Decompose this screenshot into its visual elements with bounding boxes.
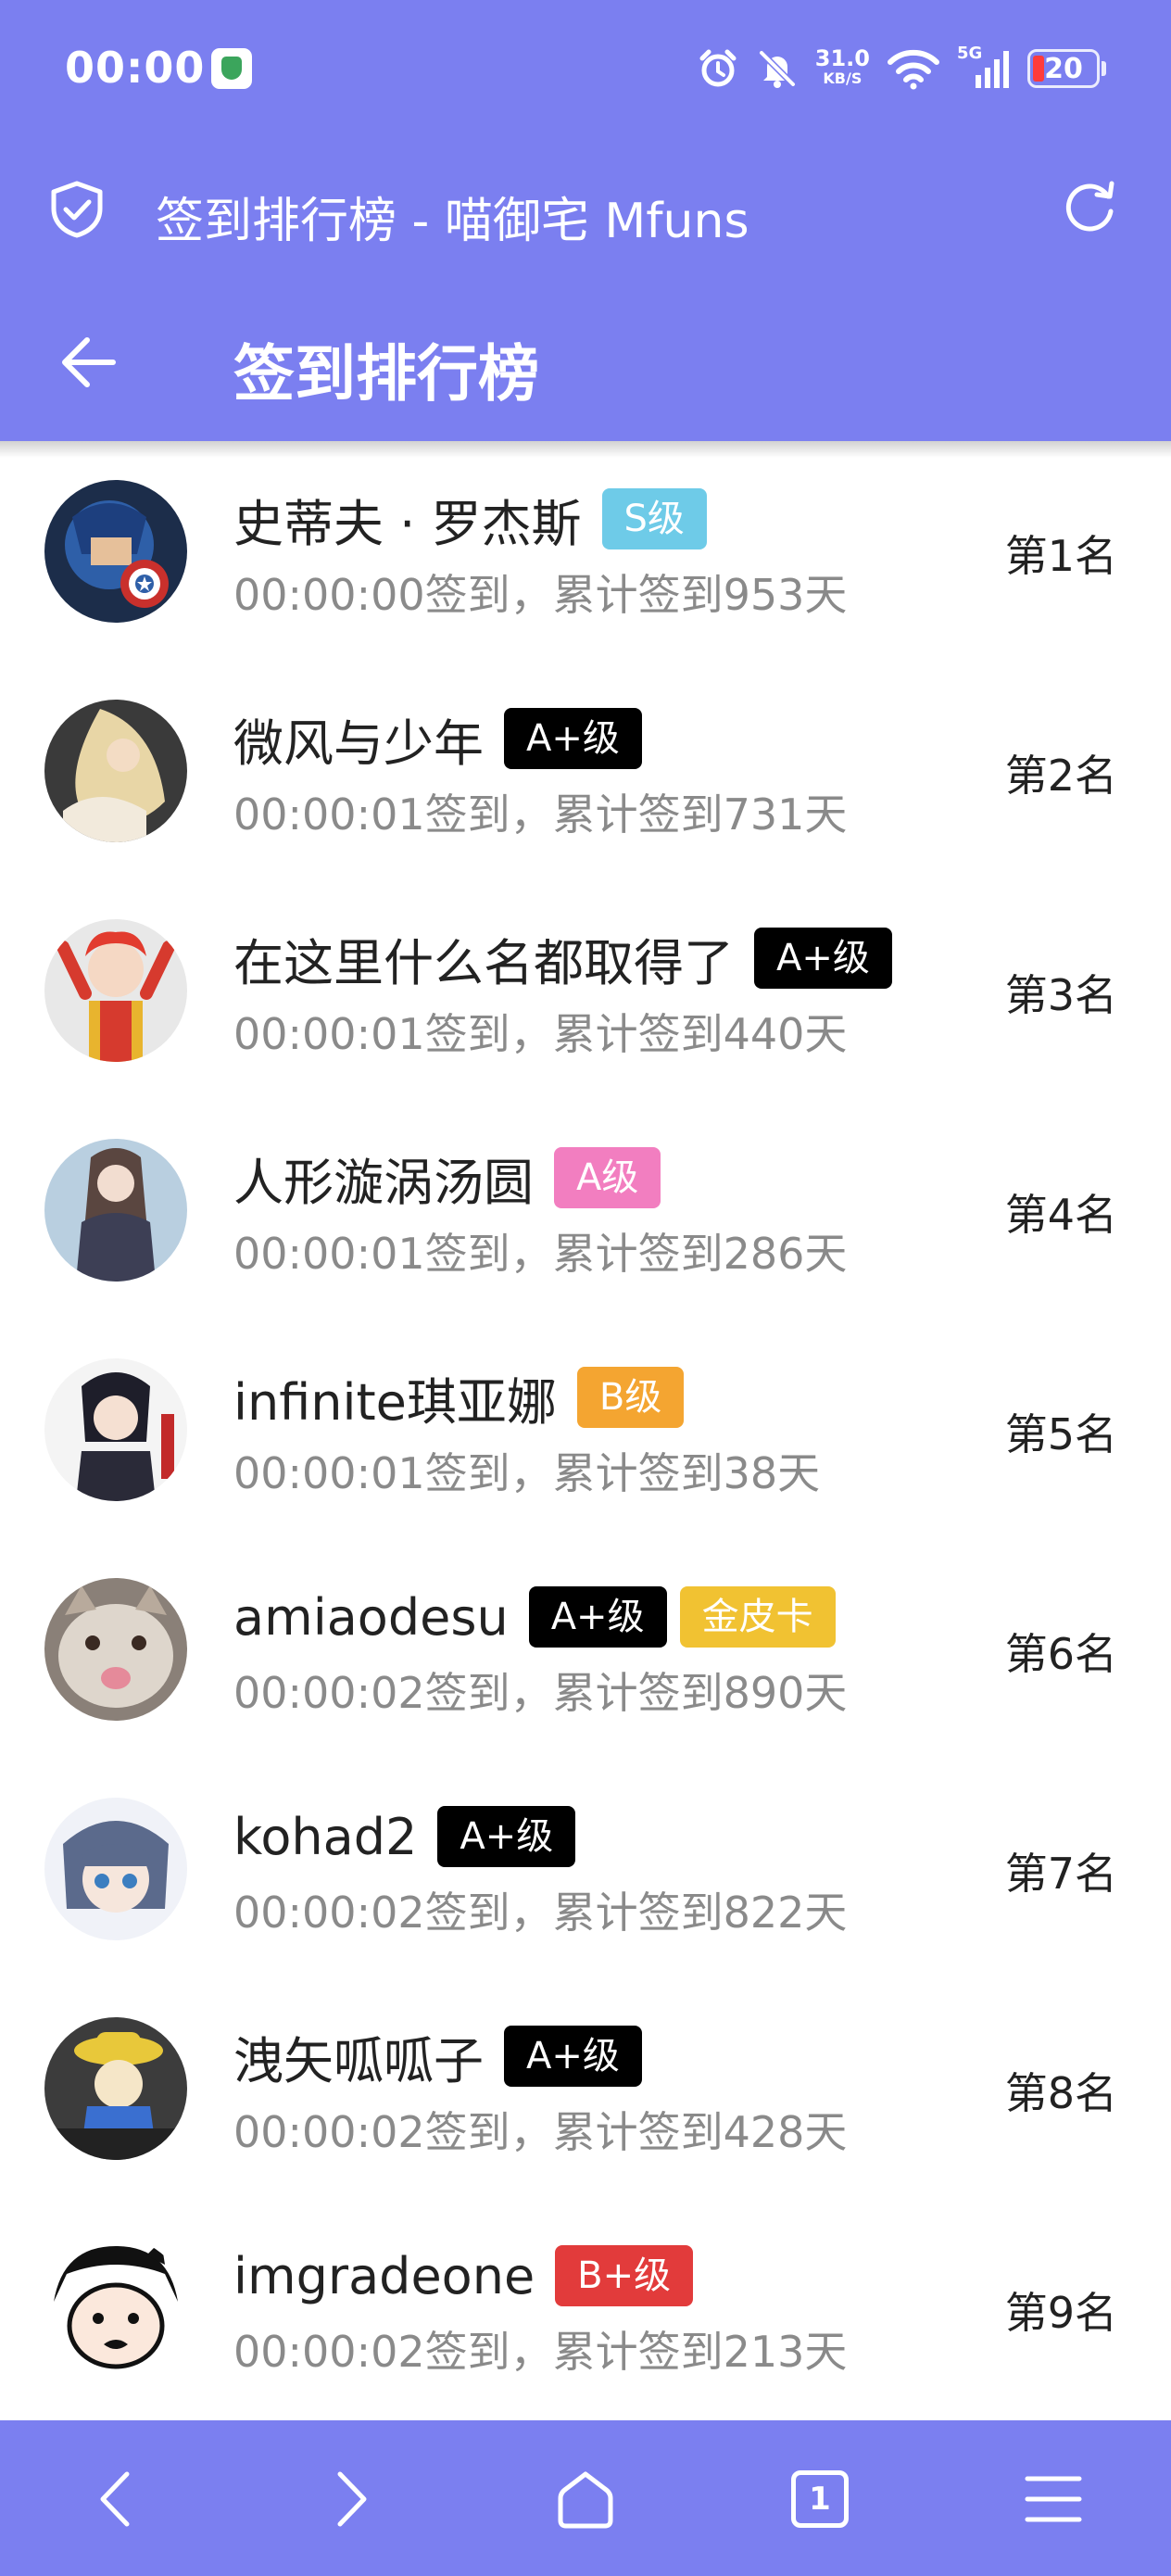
level-badge: B级 [576,1367,685,1428]
avatar[interactable] [44,700,187,842]
level-badge: S级 [601,488,707,549]
user-name-line: 人形漩涡汤圆 A级 [233,1143,661,1213]
level-badge: B+级 [555,2245,694,2306]
home-icon [558,2471,613,2529]
chevron-right-icon [337,2471,367,2527]
avatar[interactable] [44,1578,187,1721]
checkin-info: 00:00:02签到，累计签到822天 [233,1888,848,1938]
tab-count: 1 [809,2481,831,2518]
user-name: kohad2 [233,1807,418,1866]
status-bar: 00:00 31.0 KB/S 5G 20 [0,0,1171,139]
user-name: 在这里什么名都取得了 [233,933,734,992]
level-badge: A级 [554,1147,661,1208]
leaderboard-row[interactable]: 人形漩涡汤圆 A级 00:00:01签到，累计签到286天 第4名 [0,1100,1171,1320]
rank-label: 第2名 [1004,751,1117,801]
cell-signal-icon: 5G [957,44,1011,90]
user-name: infinite琪亚娜 [233,1372,557,1432]
rank-label: 第9名 [1004,2288,1117,2338]
rank-label: 第1名 [1004,531,1117,581]
leaderboard-row[interactable]: 在这里什么名都取得了 A+级 00:00:01签到，累计签到440天 第3名 [0,880,1171,1100]
nav-back-button[interactable] [74,2457,157,2541]
chevron-left-icon [100,2471,130,2527]
level-badge: A+级 [437,1806,576,1867]
net-speed: 31.0 KB/S [814,45,870,87]
reload-icon[interactable] [1060,176,1121,237]
user-name: 洩矢呱呱子 [233,2031,484,2090]
level-badge: A+级 [528,1586,667,1648]
security-app-icon [211,48,252,89]
alarm-icon [699,49,737,87]
rank-label: 第6名 [1004,1629,1117,1679]
leaderboard-row[interactable]: 微风与少年 A+级 00:00:01签到，累计签到731天 第2名 [0,661,1171,880]
rank-label: 第8名 [1004,2068,1117,2118]
avatar[interactable] [44,480,187,623]
user-name: imgradeone [233,2246,535,2305]
nav-forward-button[interactable] [309,2457,393,2541]
rank-label: 第4名 [1004,1190,1117,1240]
wifi-icon [888,49,939,90]
back-arrow-icon[interactable] [57,332,119,393]
avatar[interactable] [44,1798,187,1940]
user-name-line: kohad2 A+级 [233,1801,576,1872]
level-badge: A+级 [504,708,642,769]
leaderboard-row[interactable]: kohad2 A+级 00:00:02签到，累计签到822天 第7名 [0,1759,1171,1978]
tabs-icon: 1 [791,2470,849,2528]
rank-label: 第5名 [1004,1409,1117,1459]
battery-indicator: 20 [1027,49,1106,88]
top-bar: 00:00 31.0 KB/S 5G 20 签到排行榜 - 喵御宅 Mfuns … [0,0,1171,441]
avatar[interactable] [44,2237,187,2380]
leaderboard-row[interactable]: imgradeone B+级 00:00:02签到，累计签到213天 第9名 [0,2198,1171,2418]
browser-bar: 签到排行榜 - 喵御宅 Mfuns [0,148,1171,269]
checkin-info: 00:00:02签到，累计签到428天 [233,2107,848,2157]
page-title: 签到排行榜 [233,338,539,410]
avatar[interactable] [44,1358,187,1501]
checkin-info: 00:00:02签到，累计签到213天 [233,2327,848,2377]
level-badge: A+级 [504,2026,642,2087]
mute-bell-icon [759,50,796,88]
avatar[interactable] [44,1139,187,1282]
browser-bottom-nav: 1 [0,2420,1171,2576]
browser-page-title[interactable]: 签到排行榜 - 喵御宅 Mfuns [156,182,749,251]
site-security-shield-icon[interactable] [48,180,106,239]
user-name: 史蒂夫 · 罗杰斯 [233,494,582,553]
user-name: 微风与少年 [233,713,484,773]
rank-label: 第7名 [1004,1849,1117,1899]
user-name-line: infinite琪亚娜 B级 [233,1362,685,1433]
user-name: amiaodesu [233,1587,509,1647]
user-name: 人形漩涡汤圆 [233,1153,534,1212]
leaderboard-row[interactable]: 史蒂夫 · 罗杰斯 S级 00:00:00签到，累计签到953天 第1名 [0,441,1171,661]
checkin-info: 00:00:01签到，累计签到731天 [233,789,848,840]
checkin-info: 00:00:02签到，累计签到890天 [233,1668,848,1718]
level-badge: A+级 [754,928,892,989]
user-name-line: 洩矢呱呱子 A+级 [233,2021,642,2091]
avatar[interactable] [44,919,187,1062]
menu-icon [1025,2476,1082,2522]
leaderboard-list: 史蒂夫 · 罗杰斯 S级 00:00:00签到，累计签到953天 第1名 微风与… [0,441,1171,2418]
status-time: 00:00 [65,43,206,93]
user-name-line: 在这里什么名都取得了 A+级 [233,923,892,993]
status-icons: 31.0 KB/S 5G 20 [697,41,1106,96]
rank-label: 第3名 [1004,970,1117,1020]
leaderboard-row[interactable]: 洩矢呱呱子 A+级 00:00:02签到，累计签到428天 第8名 [0,1978,1171,2198]
nav-menu-button[interactable] [1012,2457,1095,2541]
gold-card-badge: 金皮卡 [679,1586,836,1648]
checkin-info: 00:00:01签到，累计签到440天 [233,1009,848,1059]
checkin-info: 00:00:00签到，累计签到953天 [233,570,848,620]
nav-home-button[interactable] [544,2457,627,2541]
leaderboard-row[interactable]: amiaodesu A+级 金皮卡 00:00:02签到，累计签到890天 第6… [0,1539,1171,1759]
leaderboard-row[interactable]: infinite琪亚娜 B级 00:00:01签到，累计签到38天 第5名 [0,1320,1171,1539]
user-name-line: imgradeone B+级 [233,2241,694,2311]
nav-tabs-button[interactable]: 1 [778,2457,862,2541]
avatar[interactable] [44,2017,187,2160]
user-name-line: 史蒂夫 · 罗杰斯 S级 [233,484,707,554]
user-name-line: 微风与少年 A+级 [233,703,642,774]
app-bar: 签到排行榜 [0,287,1171,441]
checkin-info: 00:00:01签到，累计签到38天 [233,1448,821,1498]
checkin-info: 00:00:01签到，累计签到286天 [233,1229,848,1279]
user-name-line: amiaodesu A+级 金皮卡 [233,1582,836,1652]
